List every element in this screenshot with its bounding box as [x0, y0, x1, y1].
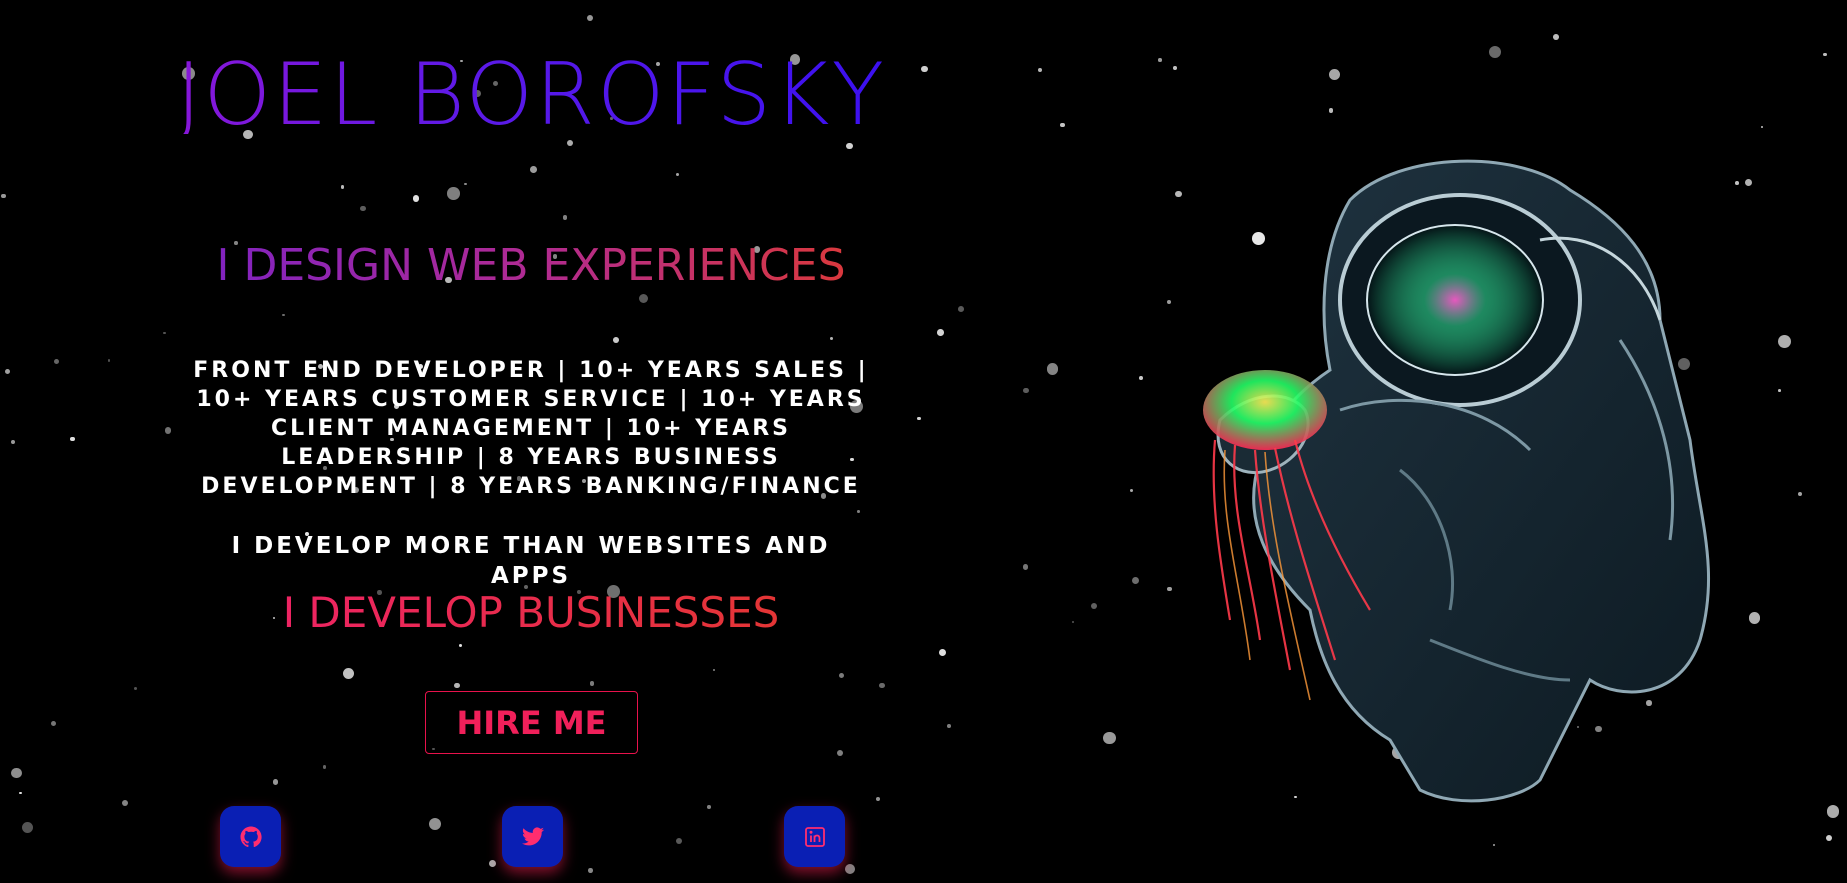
star — [21, 822, 33, 834]
experience-summary: FRONT END DEVELOPER | 10+ YEARS SALES | … — [193, 358, 869, 499]
develop-businesses-text: I DEVELOP BUSINESSES — [160, 587, 902, 639]
star — [5, 369, 11, 375]
star — [1022, 564, 1029, 570]
star — [1046, 363, 1059, 376]
star — [1778, 334, 1791, 348]
star — [1826, 835, 1833, 842]
hero-name: JOEL BOROFSKY — [160, 52, 902, 138]
star — [1072, 620, 1075, 624]
star — [1760, 125, 1764, 129]
star — [1158, 58, 1162, 62]
develop-more-text: I DEVELOP MORE THAN WEBSITES AND APPS — [231, 533, 831, 589]
star — [917, 416, 921, 421]
github-icon — [240, 826, 262, 847]
star — [70, 436, 75, 441]
star — [920, 65, 928, 73]
github-link[interactable] — [220, 806, 281, 867]
star — [1493, 843, 1496, 847]
twitter-icon — [521, 826, 544, 845]
star — [938, 648, 946, 656]
linkedin-icon — [804, 826, 825, 847]
star — [1329, 69, 1341, 81]
star — [19, 791, 22, 795]
star — [50, 721, 57, 727]
star — [1090, 602, 1098, 610]
star — [1173, 65, 1178, 70]
star — [1778, 388, 1781, 392]
star — [946, 724, 951, 728]
star — [10, 440, 15, 445]
portfolio-hero-page: JOEL BOROFSKY I DESIGN WEB EXPERIENCES F… — [0, 0, 1847, 883]
star — [1744, 178, 1752, 186]
star — [958, 306, 965, 313]
star — [937, 329, 944, 336]
astronaut-with-jellyfish-illustration — [1203, 159, 1711, 803]
star — [121, 800, 128, 807]
star — [10, 767, 22, 779]
hero-content: JOEL BOROFSKY I DESIGN WEB EXPERIENCES F… — [160, 0, 902, 883]
star — [1038, 68, 1043, 73]
star — [107, 359, 111, 362]
linkedin-link[interactable] — [784, 806, 845, 867]
hero-headline: I DESIGN WEB EXPERIENCES — [160, 240, 902, 292]
star — [1748, 612, 1761, 624]
star — [1797, 492, 1802, 497]
star — [133, 686, 138, 691]
star — [1823, 52, 1827, 57]
star — [1, 193, 6, 199]
star — [54, 359, 60, 365]
star — [1329, 108, 1334, 113]
star — [1553, 34, 1560, 40]
star — [1023, 387, 1029, 393]
astronaut-figure — [1216, 159, 1711, 803]
twitter-link[interactable] — [502, 806, 563, 867]
star — [1826, 805, 1840, 819]
star — [1060, 122, 1065, 127]
star — [1488, 45, 1502, 59]
hire-me-button[interactable]: HIRE ME — [425, 691, 638, 754]
